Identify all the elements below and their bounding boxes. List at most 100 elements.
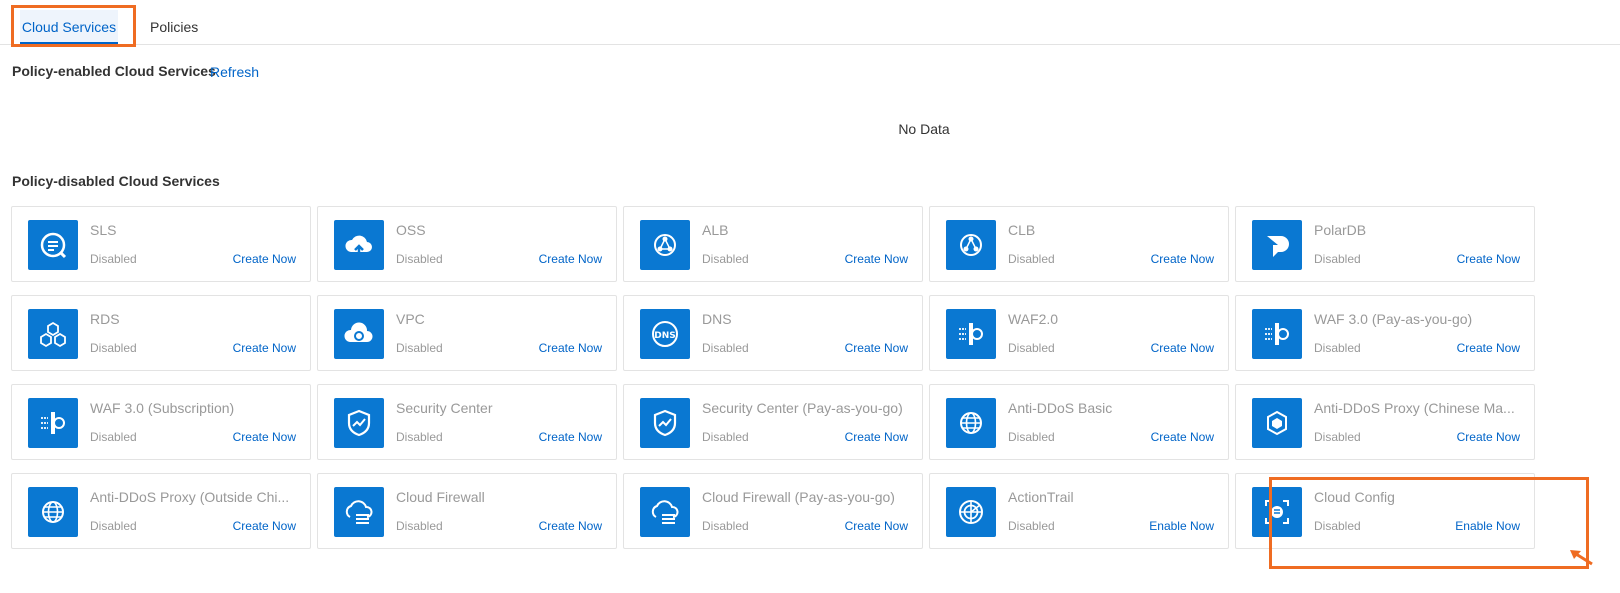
create-now-link[interactable]: Create Now — [845, 519, 908, 533]
refresh-link[interactable]: Refresh — [210, 64, 259, 80]
service-card-actiontrail: ActionTrail Disabled Enable Now — [929, 473, 1229, 549]
service-name: ALB — [702, 222, 729, 238]
disabled-section-title: Policy-disabled Cloud Services — [12, 173, 220, 189]
create-now-link[interactable]: Create Now — [233, 252, 296, 266]
service-name: Cloud Firewall — [396, 489, 485, 505]
service-card-cloud-config: Cloud Config Disabled Enable Now — [1235, 473, 1535, 549]
sls-icon — [28, 220, 78, 270]
service-status: Disabled — [396, 252, 443, 266]
create-now-link[interactable]: Create Now — [845, 341, 908, 355]
service-card-oss: OSS Disabled Create Now — [317, 206, 617, 282]
service-name: PolarDB — [1314, 222, 1367, 238]
waf-icon — [28, 398, 78, 448]
service-name: Anti-DDoS Basic — [1008, 400, 1113, 416]
service-status: Disabled — [1008, 519, 1055, 533]
service-card-anti-ddos-proxy-chinese-ma: Anti-DDoS Proxy (Chinese Ma... Disabled Cr… — [1235, 384, 1535, 460]
create-now-link[interactable]: Create Now — [845, 430, 908, 444]
cube-icon — [1252, 398, 1302, 448]
create-now-link[interactable]: Create Now — [233, 430, 296, 444]
service-name: WAF 3.0 (Pay-as-you-go) — [1314, 311, 1473, 327]
enable-now-link[interactable]: Enable Now — [1455, 519, 1520, 533]
tab-cloud-services[interactable]: Cloud Services — [20, 10, 118, 44]
service-status: Disabled — [90, 430, 137, 444]
create-now-link[interactable]: Create Now — [233, 519, 296, 533]
service-status: Disabled — [1008, 252, 1055, 266]
rds-icon — [28, 309, 78, 359]
service-status: Disabled — [702, 519, 749, 533]
create-now-link[interactable]: Create Now — [1457, 430, 1520, 444]
service-name: DNS — [702, 311, 732, 327]
service-card-polardb: PolarDB Disabled Create Now — [1235, 206, 1535, 282]
service-name: Security Center (Pay-as-you-go) — [702, 400, 903, 416]
dns-icon: DNS — [640, 309, 690, 359]
radar-icon — [946, 487, 996, 537]
create-now-link[interactable]: Create Now — [539, 252, 602, 266]
service-card-clb: CLB Disabled Create Now — [929, 206, 1229, 282]
firewall-icon — [334, 487, 384, 537]
service-status: Disabled — [90, 252, 137, 266]
service-name: RDS — [90, 311, 120, 327]
service-status: Disabled — [396, 519, 443, 533]
firewall-icon — [640, 487, 690, 537]
clb-icon — [946, 220, 996, 270]
service-status: Disabled — [90, 341, 137, 355]
service-card-anti-ddos-proxy-outside-chi: Anti-DDoS Proxy (Outside Chi... Disabled C… — [11, 473, 311, 549]
service-name: OSS — [396, 222, 426, 238]
shield-icon — [334, 398, 384, 448]
service-name: Cloud Firewall (Pay-as-you-go) — [702, 489, 895, 505]
create-now-link[interactable]: Create Now — [1151, 252, 1214, 266]
service-card-waf2-0: WAF2.0 Disabled Create Now — [929, 295, 1229, 371]
service-name: WAF 3.0 (Subscription) — [90, 400, 235, 416]
service-name: Security Center — [396, 400, 493, 416]
svg-text:DNS: DNS — [654, 331, 676, 341]
service-name: ActionTrail — [1008, 489, 1074, 505]
create-now-link[interactable]: Create Now — [539, 430, 602, 444]
service-status: Disabled — [1314, 341, 1361, 355]
create-now-link[interactable]: Create Now — [1151, 341, 1214, 355]
service-name: Cloud Config — [1314, 489, 1395, 505]
create-now-link[interactable]: Create Now — [1151, 430, 1214, 444]
service-card-rds: RDS Disabled Create Now — [11, 295, 311, 371]
service-card-sls: SLS Disabled Create Now — [11, 206, 311, 282]
service-card-alb: ALB Disabled Create Now — [623, 206, 923, 282]
oss-icon — [334, 220, 384, 270]
tab-policies[interactable]: Policies — [150, 10, 198, 44]
service-name: Anti-DDoS Proxy (Chinese Ma... — [1314, 400, 1515, 416]
service-card-security-center-pay-as-you-go: Security Center (Pay-as-you-go) Disabled C… — [623, 384, 923, 460]
enable-now-link[interactable]: Enable Now — [1149, 519, 1214, 533]
service-name: CLB — [1008, 222, 1036, 238]
service-card-waf-3-0-pay-as-you-go: WAF 3.0 (Pay-as-you-go) Disabled Create No… — [1235, 295, 1535, 371]
polardb-icon — [1252, 220, 1302, 270]
create-now-link[interactable]: Create Now — [233, 341, 296, 355]
globe-icon — [946, 398, 996, 448]
service-status: Disabled — [1008, 341, 1055, 355]
service-card-dns: DNS DNS Disabled Create Now — [623, 295, 923, 371]
service-status: Disabled — [702, 341, 749, 355]
service-name: SLS — [90, 222, 117, 238]
service-name: Anti-DDoS Proxy (Outside Chi... — [90, 489, 290, 505]
service-status: Disabled — [702, 430, 749, 444]
globe-icon — [28, 487, 78, 537]
create-now-link[interactable]: Create Now — [1457, 341, 1520, 355]
create-now-link[interactable]: Create Now — [845, 252, 908, 266]
service-card-cloud-firewall-pay-as-you-go: Cloud Firewall (Pay-as-you-go) Disabled Cr… — [623, 473, 923, 549]
service-status: Disabled — [396, 430, 443, 444]
create-now-link[interactable]: Create Now — [1457, 252, 1520, 266]
create-now-link[interactable]: Create Now — [539, 341, 602, 355]
service-card-vpc: VPC Disabled Create Now — [317, 295, 617, 371]
service-status: Disabled — [1008, 430, 1055, 444]
service-status: Disabled — [396, 341, 443, 355]
shield-icon — [640, 398, 690, 448]
tab-bar: Cloud Services Policies — [0, 0, 1620, 45]
service-status: Disabled — [1314, 430, 1361, 444]
service-status: Disabled — [90, 519, 137, 533]
service-status: Disabled — [1314, 252, 1361, 266]
service-card-security-center: Security Center Disabled Create Now — [317, 384, 617, 460]
enabled-section-title: Policy-enabled Cloud Services — [12, 63, 216, 79]
alb-icon — [640, 220, 690, 270]
vpc-icon — [334, 309, 384, 359]
service-card-waf-3-0-subscription: WAF 3.0 (Subscription) Disabled Create Now — [11, 384, 311, 460]
create-now-link[interactable]: Create Now — [539, 519, 602, 533]
service-status: Disabled — [702, 252, 749, 266]
waf-icon — [1252, 309, 1302, 359]
